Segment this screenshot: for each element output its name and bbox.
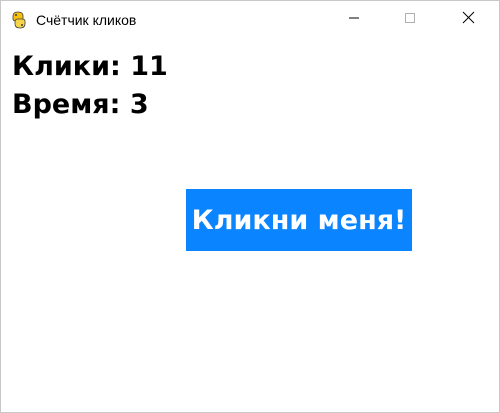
minimize-button[interactable] xyxy=(331,1,377,39)
minimize-icon xyxy=(348,11,360,29)
close-icon xyxy=(462,11,475,29)
time-counter: Время: 3 xyxy=(12,89,149,120)
app-window: Счётчик кликов Клики: 11 Время: 3 Кликни… xyxy=(0,0,500,413)
maximize-icon xyxy=(404,11,416,29)
game-canvas[interactable]: Клики: 11 Время: 3 Кликни меня! xyxy=(1,39,499,412)
maximize-button[interactable] xyxy=(387,1,433,39)
clicks-counter: Клики: 11 xyxy=(12,51,168,82)
python-snake-icon xyxy=(10,11,28,29)
click-me-button[interactable]: Кликни меня! xyxy=(186,189,412,251)
window-title: Счётчик кликов xyxy=(36,12,137,28)
title-bar[interactable]: Счётчик кликов xyxy=(1,1,499,39)
close-button[interactable] xyxy=(445,1,491,39)
